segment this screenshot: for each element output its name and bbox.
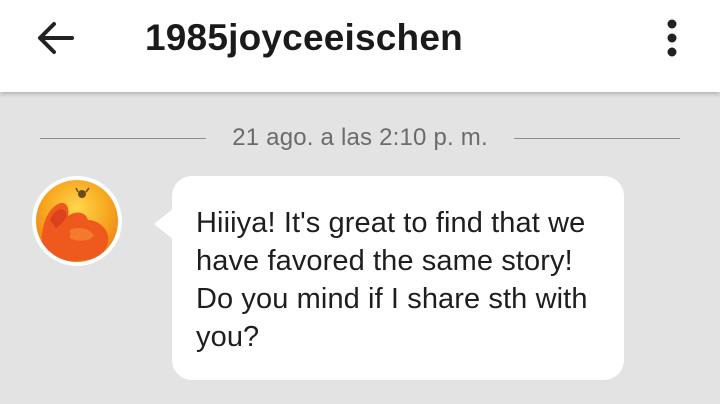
app-bar: 1985joyceeischen — [0, 0, 720, 92]
message-timestamp: 21 ago. a las 2:10 p. m. — [232, 124, 488, 151]
arrow-left-icon — [38, 22, 74, 54]
message-text: Hiiiya! It's great to find that we have … — [196, 207, 588, 353]
divider-line-left — [40, 137, 207, 139]
avatar-icon — [36, 180, 118, 262]
back-button[interactable] — [30, 16, 82, 60]
message-bubble-tail — [154, 208, 174, 240]
conversation-title: 1985joyceeischen — [145, 17, 463, 58]
divider-line-right — [513, 137, 681, 139]
message-bubble[interactable]: Hiiiya! It's great to find that we have … — [172, 176, 624, 380]
date-divider: 21 ago. a las 2:10 p. m. — [40, 118, 681, 158]
sender-avatar[interactable] — [32, 176, 122, 266]
more-vertical-icon — [667, 19, 677, 57]
more-options-button[interactable] — [652, 14, 692, 62]
